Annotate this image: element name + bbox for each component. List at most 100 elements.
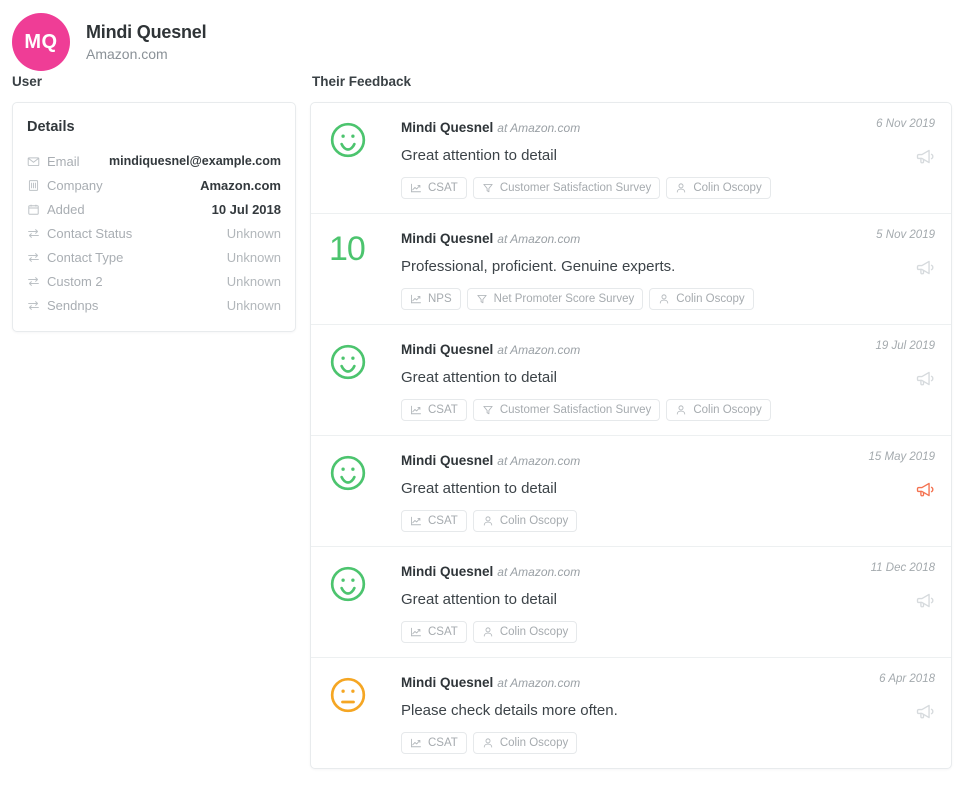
feedback-tag-label: Net Promoter Score Survey xyxy=(494,292,635,306)
feedback-date: 11 Dec 2018 xyxy=(815,561,935,575)
feedback-tags: CSAT Colin Oscopy xyxy=(401,621,875,643)
feedback-meta: Mindi Quesnel at Amazon.com xyxy=(401,230,875,248)
person-icon xyxy=(675,182,687,194)
megaphone-icon[interactable] xyxy=(815,258,935,277)
feedback-tag-label: Colin Oscopy xyxy=(693,403,761,417)
details-rows: Emailmindiquesnel@example.comCompanyAmaz… xyxy=(27,149,281,317)
detail-label-group: Contact Status xyxy=(27,226,132,241)
feedback-tag[interactable]: CSAT xyxy=(401,621,467,643)
feedback-side: 5 Nov 2019 xyxy=(815,228,935,277)
feedback-tags: CSAT Customer Satisfaction Survey Colin Os… xyxy=(401,177,875,199)
smiley-neutral-icon xyxy=(329,674,401,754)
megaphone-icon[interactable] xyxy=(815,702,935,721)
feedback-author: Mindi Quesnel xyxy=(401,231,493,246)
feedback-meta: Mindi Quesnelat Amazon.com xyxy=(401,563,875,581)
feedback-tag[interactable]: Colin Oscopy xyxy=(666,399,770,421)
feedback-list: Mindi Quesnel at Amazon.com Great attentio… xyxy=(310,102,952,769)
person-icon xyxy=(482,737,494,749)
detail-label-text: Email xyxy=(47,154,80,169)
feedback-tag[interactable]: Customer Satisfaction Survey xyxy=(473,399,660,421)
megaphone-icon[interactable] xyxy=(815,480,935,499)
megaphone-icon[interactable] xyxy=(815,591,935,610)
feedback-column-title: Their Feedback xyxy=(312,74,952,90)
detail-label-text: Custom 2 xyxy=(47,274,103,289)
main-columns: User Details Emailmindiquesnel@example.c… xyxy=(0,74,960,769)
feedback-item[interactable]: Mindi Quesnelat Amazon.com Please check d… xyxy=(311,657,951,768)
header-text-block: Mindi Quesnel Amazon.com xyxy=(86,21,206,64)
feedback-item[interactable]: 10Mindi Quesnelat Amazon.comProfessional… xyxy=(311,213,951,324)
page-title: Mindi Quesnel xyxy=(86,21,206,43)
detail-value: 10 Jul 2018 xyxy=(212,202,281,217)
avatar: MQ xyxy=(12,13,70,71)
feedback-tag[interactable]: NPS xyxy=(401,288,461,310)
feedback-author-company: at Amazon.com xyxy=(497,565,580,579)
feedback-tag[interactable]: Colin Oscopy xyxy=(473,621,577,643)
feedback-author: Mindi Quesnel xyxy=(401,342,493,357)
feedback-tag[interactable]: Colin Oscopy xyxy=(473,510,577,532)
feedback-item[interactable]: Mindi Quesnelat Amazon.comGreat attentio… xyxy=(311,103,951,213)
megaphone-icon[interactable] xyxy=(815,147,935,166)
feedback-side: 19 Jul 2019 xyxy=(815,339,935,388)
feedback-text: Great attention to detail xyxy=(401,590,875,610)
feedback-tag-label: Colin Oscopy xyxy=(500,514,568,528)
feedback-tags: CSAT Colin Oscopy xyxy=(401,510,875,532)
feedback-side: 11 Dec 2018 xyxy=(815,561,935,610)
calendar-icon xyxy=(27,203,40,216)
feedback-date: 6 Apr 2018 xyxy=(815,672,935,686)
detail-row: Contact StatusUnknown xyxy=(27,221,281,245)
megaphone-icon[interactable] xyxy=(815,369,935,388)
feedback-tag[interactable]: Colin Oscopy xyxy=(649,288,753,310)
feedback-tag-label: Colin Oscopy xyxy=(693,181,761,195)
envelope-icon xyxy=(27,155,40,168)
feedback-item[interactable]: Mindi Quesnelat Amazon.comGreat attentio… xyxy=(311,324,951,435)
person-icon xyxy=(658,293,670,305)
detail-row: CompanyAmazon.com xyxy=(27,173,281,197)
feedback-author-company: at Amazon.com xyxy=(497,232,580,246)
detail-value: Unknown xyxy=(227,274,281,289)
detail-label-group: Added xyxy=(27,202,85,217)
detail-label-text: Added xyxy=(47,202,85,217)
avatar-initials: MQ xyxy=(24,31,57,54)
feedback-tag-label: Colin Oscopy xyxy=(500,736,568,750)
smiley-happy-icon xyxy=(329,452,401,532)
feedback-meta: Mindi Quesnelat Amazon.com xyxy=(401,674,875,692)
feedback-tag[interactable]: Colin Oscopy xyxy=(666,177,770,199)
feedback-tag-label: CSAT xyxy=(428,181,458,195)
nps-score-value: 10 xyxy=(329,232,365,266)
details-card: Details Emailmindiquesnel@example.comCom… xyxy=(12,102,296,332)
detail-label-group: Company xyxy=(27,178,103,193)
detail-row: Emailmindiquesnel@example.com xyxy=(27,149,281,173)
feedback-tag[interactable]: CSAT xyxy=(401,510,467,532)
feedback-tag[interactable]: Colin Oscopy xyxy=(473,732,577,754)
feedback-column: Their Feedback Mindi Quesnelat Amazon.co… xyxy=(310,74,952,769)
detail-label-text: Contact Type xyxy=(47,250,123,265)
feedback-tag-label: CSAT xyxy=(428,403,458,417)
detail-row: Contact TypeUnknown xyxy=(27,245,281,269)
exchange-icon xyxy=(27,275,40,288)
exchange-icon xyxy=(27,299,40,312)
feedback-tag[interactable]: Net Promoter Score Survey xyxy=(467,288,644,310)
funnel-icon xyxy=(482,182,494,194)
header-company: Amazon.com xyxy=(86,44,206,64)
detail-value: Unknown xyxy=(227,298,281,313)
feedback-item[interactable]: Mindi Quesnelat Amazon.com Great attentio… xyxy=(311,546,951,657)
feedback-side: 15 May 2019 xyxy=(815,450,935,499)
feedback-tag[interactable]: CSAT xyxy=(401,399,467,421)
feedback-items: Mindi Quesnel at Amazon.com Great attentio… xyxy=(311,103,951,768)
feedback-side: 6 Apr 2018 xyxy=(815,672,935,721)
feedback-author: Mindi Quesnel xyxy=(401,120,493,135)
nps-score: 10 xyxy=(329,230,401,310)
exchange-icon xyxy=(27,251,40,264)
detail-label-group: Contact Type xyxy=(27,250,123,265)
feedback-tag[interactable]: CSAT xyxy=(401,732,467,754)
page-root: MQ Mindi Quesnel Amazon.com User Details… xyxy=(0,0,960,808)
feedback-tag-label: NPS xyxy=(428,292,452,306)
feedback-tag[interactable]: CSAT xyxy=(401,177,467,199)
feedback-tag-label: Customer Satisfaction Survey xyxy=(500,181,651,195)
feedback-item[interactable]: Mindi Quesnelat Amazon.comGreat attentio… xyxy=(311,435,951,546)
feedback-meta: Mindi Quesnelat Amazon.com xyxy=(401,341,875,359)
feedback-tag[interactable]: Customer Satisfaction Survey xyxy=(473,177,660,199)
feedback-text: Please check details more often. xyxy=(401,701,875,721)
chart-icon xyxy=(410,626,422,638)
detail-row: Custom 2 Unknown xyxy=(27,269,281,293)
